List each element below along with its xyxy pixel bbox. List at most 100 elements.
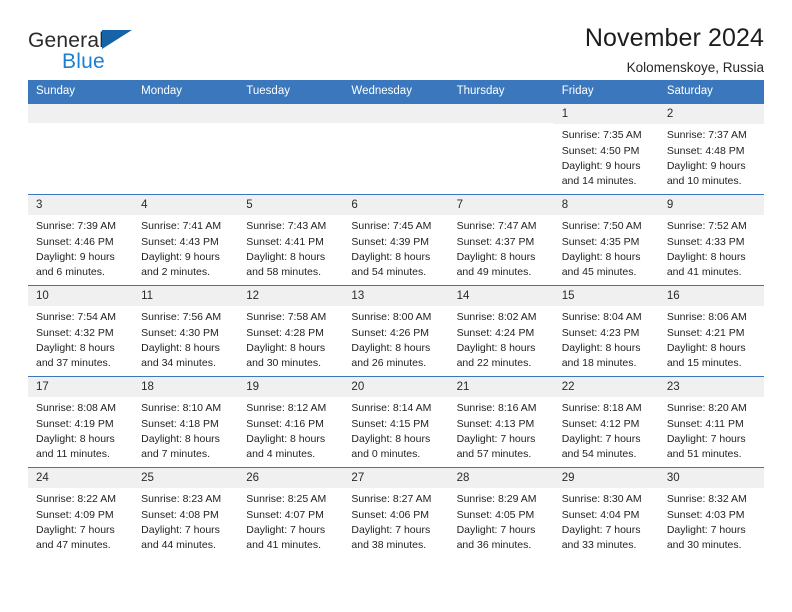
sunset-time: Sunset: 4:06 PM: [351, 508, 430, 521]
calendar-week-row: 17 Sunrise: 8:08 AM Sunset: 4:19 PM Dayligh…: [28, 376, 764, 468]
calendar-day-cell[interactable]: 29 Sunrise: 8:30 AM Sunset: 4:04 PM Dayligh…: [553, 467, 659, 558]
calendar-day-cell[interactable]: 15 Sunrise: 8:04 AM Sunset: 4:23 PM Dayligh…: [553, 285, 659, 377]
sunrise-time: Sunrise: 7:43 AM: [246, 220, 327, 233]
day-number: 19: [238, 377, 344, 398]
calendar-header-row: Sunday Monday Tuesday Wednesday Thursday Frid…: [28, 80, 764, 104]
sunrise-time: Sunrise: 7:47 AM: [456, 220, 537, 233]
daylight-duration-line1: Daylight: 8 hours: [351, 251, 431, 264]
calendar-week-row: 24 Sunrise: 8:22 AM Sunset: 4:09 PM Dayligh…: [28, 467, 764, 558]
calendar-day-cell[interactable]: 3 Sunrise: 7:39 AM Sunset: 4:46 PM Daylight…: [28, 194, 134, 286]
daylight-duration-line1: Daylight: 8 hours: [36, 342, 115, 355]
sunrise-time: Sunrise: 8:20 AM: [666, 402, 747, 415]
day-number: 9: [658, 195, 764, 216]
day-number: 14: [448, 286, 554, 307]
calendar-day-cell[interactable]: 9 Sunrise: 7:52 AM Sunset: 4:33 PM Daylight…: [658, 194, 764, 286]
weekday-header-saturday: Saturday: [658, 80, 764, 104]
daylight-duration-line2: and 6 minutes.: [36, 266, 105, 279]
calendar-page: General Blue November 2024 Kolomenskoye,…: [0, 0, 792, 612]
daylight-duration-line2: and 54 minutes.: [561, 448, 637, 461]
daylight-duration-line2: and 44 minutes.: [141, 539, 216, 552]
day-details: Sunrise: 8:23 AM Sunset: 4:08 PM Daylight:…: [133, 488, 238, 553]
calendar-day-cell[interactable]: 7 Sunrise: 7:47 AM Sunset: 4:37 PM Daylight…: [448, 194, 554, 286]
sunrise-time: Sunrise: 8:22 AM: [36, 493, 116, 506]
calendar-day-cell-empty: [133, 103, 239, 195]
day-number: 26: [238, 468, 344, 489]
weekday-header-tuesday: Tuesday: [238, 80, 344, 104]
day-details: Sunrise: 7:47 AM Sunset: 4:37 PM Daylight:…: [449, 215, 554, 280]
sunset-time: Sunset: 4:19 PM: [36, 417, 114, 430]
day-number: 27: [343, 468, 449, 489]
calendar-day-cell[interactable]: 30 Sunrise: 8:32 AM Sunset: 4:03 PM Dayligh…: [658, 467, 764, 558]
daylight-duration-line2: and 51 minutes.: [666, 448, 742, 461]
calendar-day-cell[interactable]: 19 Sunrise: 8:12 AM Sunset: 4:16 PM Dayligh…: [238, 376, 344, 468]
sunrise-time: Sunrise: 8:10 AM: [141, 402, 222, 415]
daylight-duration-line2: and 22 minutes.: [456, 357, 532, 370]
calendar-day-cell[interactable]: 25 Sunrise: 8:23 AM Sunset: 4:08 PM Dayligh…: [133, 467, 239, 558]
logo-text-general: General: [28, 29, 105, 52]
calendar-day-cell[interactable]: 5 Sunrise: 7:43 AM Sunset: 4:41 PM Daylight…: [238, 194, 344, 286]
day-number: 11: [133, 286, 239, 307]
daylight-duration-line2: and 4 minutes.: [246, 448, 316, 461]
daylight-duration-line1: Daylight: 7 hours: [36, 524, 115, 537]
calendar-day-cell[interactable]: 17 Sunrise: 8:08 AM Sunset: 4:19 PM Dayligh…: [28, 376, 134, 468]
day-number: 4: [133, 195, 239, 216]
calendar-day-cell[interactable]: 23 Sunrise: 8:20 AM Sunset: 4:11 PM Dayligh…: [658, 376, 764, 468]
sunset-time: Sunset: 4:24 PM: [456, 326, 535, 339]
weekday-header-friday: Friday: [553, 80, 659, 104]
calendar-day-cell[interactable]: 28 Sunrise: 8:29 AM Sunset: 4:05 PM Dayligh…: [448, 467, 554, 558]
calendar-day-cell[interactable]: 14 Sunrise: 8:02 AM Sunset: 4:24 PM Dayligh…: [448, 285, 554, 377]
sunset-time: Sunset: 4:28 PM: [246, 326, 324, 339]
day-details: Sunrise: 8:08 AM Sunset: 4:19 PM Daylight:…: [28, 397, 133, 462]
calendar-body: 1 Sunrise: 7:35 AM Sunset: 4:50 PM Daylight…: [28, 103, 764, 558]
daylight-duration-line1: Daylight: 7 hours: [141, 524, 220, 537]
calendar-day-cell[interactable]: 11 Sunrise: 7:56 AM Sunset: 4:30 PM Dayligh…: [133, 285, 239, 377]
calendar-day-cell-empty: [343, 103, 449, 195]
calendar-day-cell[interactable]: 8 Sunrise: 7:50 AM Sunset: 4:35 PM Daylight…: [553, 194, 659, 286]
daylight-duration-line1: Daylight: 8 hours: [36, 433, 115, 446]
day-details: Sunrise: 8:14 AM Sunset: 4:15 PM Daylight:…: [343, 397, 448, 462]
daylight-duration-line1: Daylight: 8 hours: [351, 433, 431, 446]
sunset-time: Sunset: 4:41 PM: [246, 235, 324, 248]
calendar-day-cell[interactable]: 1 Sunrise: 7:35 AM Sunset: 4:50 PM Daylight…: [553, 103, 659, 195]
calendar-day-cell[interactable]: 2 Sunrise: 7:37 AM Sunset: 4:48 PM Daylight…: [658, 103, 764, 195]
daylight-duration-line2: and 26 minutes.: [351, 357, 427, 370]
sunset-time: Sunset: 4:13 PM: [456, 417, 535, 430]
page-masthead: General Blue November 2024 Kolomenskoye,…: [28, 0, 764, 75]
day-number: [28, 104, 134, 123]
calendar-day-cell[interactable]: 12 Sunrise: 7:58 AM Sunset: 4:28 PM Dayligh…: [238, 285, 344, 377]
calendar-day-cell[interactable]: 6 Sunrise: 7:45 AM Sunset: 4:39 PM Daylight…: [343, 194, 449, 286]
calendar-day-cell[interactable]: 22 Sunrise: 8:18 AM Sunset: 4:12 PM Dayligh…: [553, 376, 659, 468]
day-number: 23: [658, 377, 764, 398]
calendar-day-cell[interactable]: 27 Sunrise: 8:27 AM Sunset: 4:06 PM Dayligh…: [343, 467, 449, 558]
calendar-day-cell[interactable]: 16 Sunrise: 8:06 AM Sunset: 4:21 PM Dayligh…: [658, 285, 764, 377]
sunrise-time: Sunrise: 8:06 AM: [666, 311, 747, 324]
sunset-time: Sunset: 4:03 PM: [666, 508, 745, 521]
daylight-duration-line2: and 18 minutes.: [561, 357, 637, 370]
calendar-day-cell[interactable]: 18 Sunrise: 8:10 AM Sunset: 4:18 PM Dayligh…: [133, 376, 239, 468]
day-details: Sunrise: 8:29 AM Sunset: 4:05 PM Daylight:…: [449, 488, 554, 553]
sunrise-time: Sunrise: 7:37 AM: [666, 129, 747, 142]
logo-triangle-icon: [102, 30, 132, 49]
day-number: 22: [553, 377, 659, 398]
day-details: Sunrise: 7:35 AM Sunset: 4:50 PM Daylight:…: [554, 124, 659, 189]
calendar-day-cell[interactable]: 21 Sunrise: 8:16 AM Sunset: 4:13 PM Dayligh…: [448, 376, 554, 468]
sunrise-time: Sunrise: 7:39 AM: [36, 220, 116, 233]
daylight-duration-line1: Daylight: 7 hours: [246, 524, 326, 537]
day-number: 15: [553, 286, 659, 307]
day-number: 28: [448, 468, 554, 489]
calendar-day-cell[interactable]: 20 Sunrise: 8:14 AM Sunset: 4:15 PM Dayligh…: [343, 376, 449, 468]
calendar-day-cell[interactable]: 10 Sunrise: 7:54 AM Sunset: 4:32 PM Dayligh…: [28, 285, 134, 377]
day-details: Sunrise: 8:18 AM Sunset: 4:12 PM Daylight:…: [554, 397, 659, 462]
sunrise-time: Sunrise: 7:52 AM: [666, 220, 747, 233]
daylight-duration-line2: and 38 minutes.: [351, 539, 427, 552]
day-number: 13: [343, 286, 449, 307]
sunset-time: Sunset: 4:07 PM: [246, 508, 324, 521]
generalblue-logo[interactable]: General Blue: [28, 24, 148, 76]
daylight-duration-line2: and 30 minutes.: [666, 539, 742, 552]
calendar-day-cell[interactable]: 26 Sunrise: 8:25 AM Sunset: 4:07 PM Dayligh…: [238, 467, 344, 558]
day-number: 25: [133, 468, 239, 489]
calendar-day-cell[interactable]: 4 Sunrise: 7:41 AM Sunset: 4:43 PM Daylight…: [133, 194, 239, 286]
calendar-day-cell[interactable]: 13 Sunrise: 8:00 AM Sunset: 4:26 PM Dayligh…: [343, 285, 449, 377]
calendar-day-cell[interactable]: 24 Sunrise: 8:22 AM Sunset: 4:09 PM Dayligh…: [28, 467, 134, 558]
weekday-header-thursday: Thursday: [448, 80, 554, 104]
